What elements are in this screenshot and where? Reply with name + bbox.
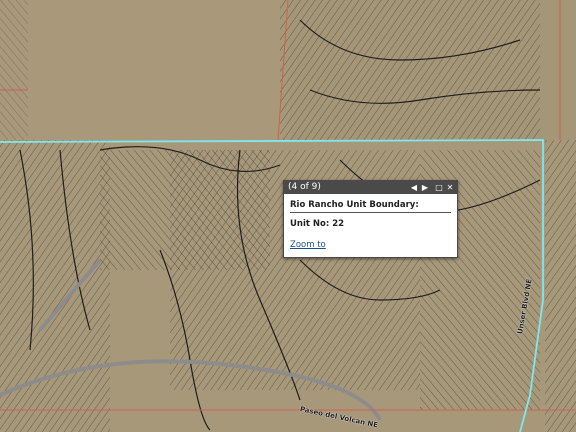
identify-popup: (4 of 9) ◀ ▶ □ ✕ Rio Rancho Unit Boundar… xyxy=(283,180,458,258)
close-icon[interactable]: ✕ xyxy=(445,182,455,193)
popup-counter: (4 of 9) xyxy=(288,182,321,192)
popup-title: Rio Rancho Unit Boundary: xyxy=(290,200,451,213)
prev-feature-icon[interactable]: ◀ xyxy=(409,182,419,193)
popup-body: Rio Rancho Unit Boundary: Unit No: 22 Zo… xyxy=(284,194,457,250)
maximize-icon[interactable]: □ xyxy=(434,182,444,193)
terrain-patch xyxy=(0,0,280,140)
next-feature-icon[interactable]: ▶ xyxy=(420,182,430,193)
popup-header: (4 of 9) ◀ ▶ □ ✕ xyxy=(284,181,457,194)
zoom-to-link[interactable]: Zoom to xyxy=(290,240,326,250)
unit-number-field: Unit No: 22 xyxy=(290,219,345,229)
